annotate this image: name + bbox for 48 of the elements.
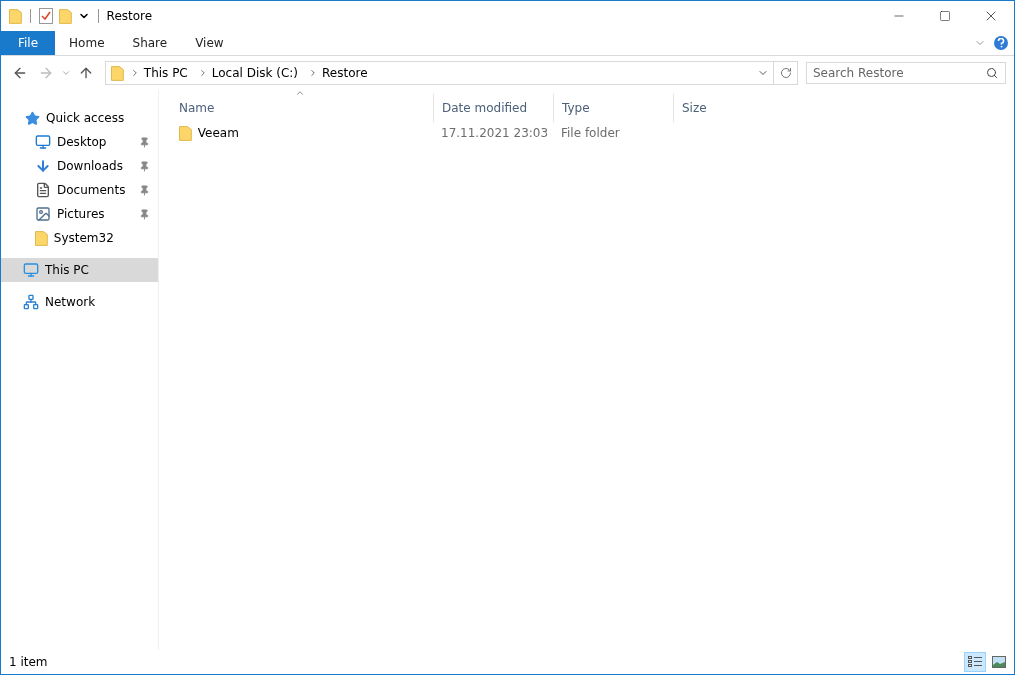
search-field[interactable]: Search Restore bbox=[806, 62, 1006, 84]
star-icon bbox=[25, 110, 40, 126]
table-cell-text: File folder bbox=[560, 126, 621, 140]
desktop-icon bbox=[35, 134, 51, 150]
table-cell[interactable]: Veeam bbox=[171, 125, 433, 141]
ribbon-tab[interactable]: Home bbox=[55, 31, 119, 55]
sort-ascending-icon bbox=[295, 88, 305, 98]
address-bar[interactable]: This PC Local Disk (C:) Restore bbox=[105, 61, 798, 85]
download-icon bbox=[35, 158, 51, 174]
sidebar-item[interactable]: Desktop bbox=[1, 130, 158, 154]
landscape-picture-icon bbox=[992, 656, 1006, 668]
sidebar-item[interactable]: Quick access bbox=[1, 106, 158, 130]
sidebar-item[interactable]: This PC bbox=[1, 258, 158, 282]
network-icon bbox=[23, 294, 39, 310]
breadcrumb-item[interactable]: Restore bbox=[318, 66, 372, 80]
sidebar-item[interactable]: Downloads bbox=[1, 154, 158, 178]
search-icon bbox=[986, 67, 998, 79]
ribbon-tab[interactable]: File bbox=[1, 31, 56, 55]
details-view-button[interactable] bbox=[964, 652, 986, 672]
table-cell-text: 17.11.2021 23:03 bbox=[440, 126, 550, 140]
document-icon bbox=[35, 182, 51, 198]
column-header[interactable]: Name bbox=[171, 94, 433, 122]
file-name: Veeam bbox=[197, 126, 239, 140]
picture-icon bbox=[35, 206, 51, 222]
maximize-icon[interactable] bbox=[939, 10, 951, 22]
sidebar-item[interactable]: Network bbox=[1, 290, 158, 314]
refresh-icon[interactable] bbox=[779, 67, 792, 79]
status-text: 1 item bbox=[9, 655, 48, 669]
properties-icon[interactable] bbox=[38, 8, 53, 24]
sidebar-item[interactable]: Pictures bbox=[1, 202, 158, 226]
ribbon-tab[interactable]: View bbox=[181, 31, 238, 55]
sidebar-item[interactable]: Documents bbox=[1, 178, 158, 202]
computer-icon bbox=[23, 262, 39, 278]
details-list-icon bbox=[968, 656, 982, 668]
column-header[interactable]: Size bbox=[673, 94, 793, 122]
sidebar-item[interactable]: System32 bbox=[1, 226, 158, 250]
column-header[interactable]: Type bbox=[553, 94, 673, 122]
window-title: Restore bbox=[106, 9, 154, 23]
folder-icon bbox=[58, 8, 72, 24]
breadcrumb-item[interactable]: This PC bbox=[139, 66, 192, 80]
folder-icon bbox=[179, 125, 192, 141]
ribbon-tab[interactable]: Share bbox=[118, 31, 182, 55]
folder-icon bbox=[35, 230, 48, 246]
folder-icon bbox=[9, 8, 22, 24]
folder-icon bbox=[111, 65, 124, 81]
column-header[interactable]: Date modified bbox=[433, 94, 553, 122]
help-icon[interactable] bbox=[994, 36, 1008, 50]
breadcrumb-item[interactable]: Local Disk (C:) bbox=[207, 66, 303, 80]
